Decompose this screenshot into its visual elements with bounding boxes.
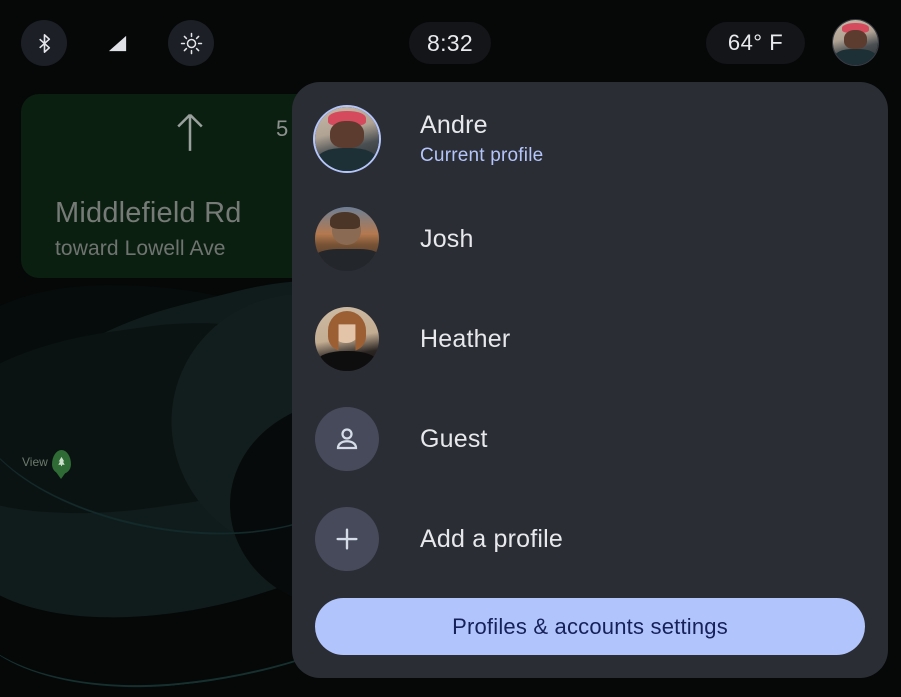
profile-item-josh[interactable]: Josh xyxy=(315,204,865,274)
photo-andre xyxy=(315,107,379,171)
profile-item-guest[interactable]: Guest xyxy=(315,404,865,474)
status-bar: 8:32 64° F xyxy=(0,0,901,86)
park-tree-pin-icon xyxy=(52,450,71,474)
person-icon xyxy=(315,407,379,471)
navigation-road-name: Middlefield Rd xyxy=(55,197,242,230)
profile-item-andre[interactable]: Andre Current profile xyxy=(315,104,865,174)
navigation-road-sub: toward Lowell Ave xyxy=(55,237,226,261)
arrow-up-icon xyxy=(171,110,209,154)
plus-icon xyxy=(315,507,379,571)
profile-name: Add a profile xyxy=(420,525,563,554)
clock[interactable]: 8:32 xyxy=(409,22,491,64)
temperature-readout[interactable]: 64° F xyxy=(706,22,805,64)
signal-icon[interactable] xyxy=(94,20,140,66)
profile-name: Heather xyxy=(420,325,510,354)
navigation-distance: 5 xyxy=(276,116,289,142)
map-poi-pin[interactable]: View xyxy=(22,450,71,474)
profile-item-heather[interactable]: Heather xyxy=(315,304,865,374)
profile-name: Guest xyxy=(420,425,488,454)
photo-josh xyxy=(315,207,379,271)
profile-name: Josh xyxy=(420,225,474,254)
bluetooth-icon[interactable] xyxy=(21,20,67,66)
brightness-icon[interactable] xyxy=(168,20,214,66)
car-infotainment-screen: View 5 Middlefield Rd toward Lowell Ave xyxy=(0,0,901,697)
photo-heather xyxy=(315,307,379,371)
profile-switcher-panel: Andre Current profile Josh Heather xyxy=(292,82,888,678)
map-poi-label: View xyxy=(22,455,48,469)
profiles-accounts-settings-button[interactable]: Profiles & accounts settings xyxy=(315,598,865,655)
add-profile-item[interactable]: Add a profile xyxy=(315,504,865,574)
profile-name: Andre xyxy=(420,111,543,140)
avatar[interactable] xyxy=(832,19,879,66)
profile-status-label: Current profile xyxy=(420,145,543,167)
